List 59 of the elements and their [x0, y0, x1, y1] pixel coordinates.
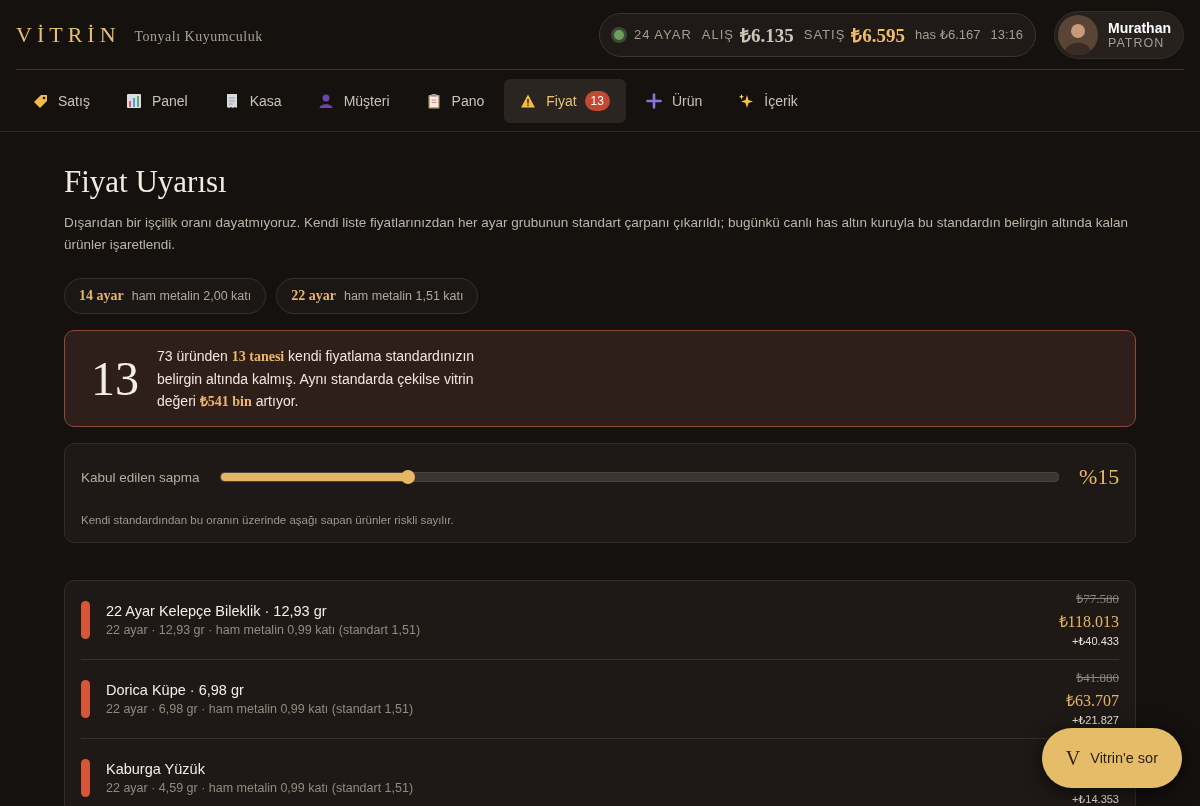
logo: VİTRİN [16, 21, 121, 48]
product-name: 22 Ayar Kelepçe Bileklik · 12,93 gr [106, 603, 328, 619]
old-price: ₺77.580 [1076, 590, 1119, 607]
nav-tab[interactable]: İçerik [722, 78, 814, 123]
nav-tab[interactable]: Müşteri [301, 78, 406, 123]
page-description: Dışarıdan bir işçilik oranı dayatmıyoruz. Kendi liste fiyatlarınızdan her ayar grubunun standart çarpanı çıkarıldı; bugünkü canlı has altın kuruyla bu standardın belirgin altında kalan ürünler işaretlendi. [64, 214, 1130, 254]
shop-name: Tonyalı Kuyumculuk [134, 28, 263, 45]
risk-bar [81, 680, 90, 718]
avatar [1058, 14, 1098, 55]
nav-tab[interactable]: Kasa [207, 78, 298, 123]
assistant-button[interactable]: V Vitrin'e sor [1041, 728, 1182, 788]
product-name: Dorica Küpe · 6,98 gr [106, 682, 245, 698]
product-detail: 22 ayar · 4,59 gr · ham metalin 0,99 katı (standart 1,51) [106, 781, 415, 795]
product-detail: 22 ayar · 12,93 gr · ham metalin 0,99 katı (standart 1,51) [106, 623, 422, 637]
price-difference: +₺21.827 [1071, 714, 1119, 727]
count-badge: 13 [584, 90, 610, 111]
warning-icon [520, 92, 537, 109]
user-role: PATRON [1108, 35, 1166, 50]
person-icon [317, 92, 334, 109]
assistant-mark: V [1065, 746, 1081, 770]
nav-tab[interactable]: Satış [16, 78, 106, 123]
buy-price: ₺6.135 [739, 23, 794, 48]
karat-label: 22 ayar [291, 288, 336, 304]
user-chip[interactable]: Murathan PATRON [1054, 10, 1184, 59]
price-difference: +₺14.353 [1071, 793, 1119, 806]
suggested-price: ₺118.013 [1058, 612, 1119, 632]
buy-label: ALIŞ [701, 27, 734, 42]
risk-bar [81, 759, 90, 797]
sell-label: SATIŞ [803, 27, 846, 42]
multiplier-text: ham metalin 1,51 katı [343, 289, 464, 303]
slider-value: %15 [1079, 464, 1119, 490]
slider-note: Kendi standardından bu oranın üzerinde aşağı sapan ürünler riskli sayılır. [81, 514, 455, 526]
page-title: Fiyat Uyarısı [64, 164, 228, 200]
has-price: has ₺6.167 [915, 27, 981, 42]
product-detail: 22 ayar · 6,98 gr · ham metalin 0,99 katı (standart 1,51) [106, 702, 415, 716]
nav-tab[interactable]: Ürün [629, 78, 719, 123]
slider-label: Kabul edilen sapma [81, 469, 200, 485]
karat-label: 24 AYAR [633, 27, 692, 42]
price-difference: +₺40.433 [1071, 635, 1119, 648]
slider-thumb[interactable] [401, 470, 416, 484]
karat-label: 14 ayar [79, 288, 124, 304]
product-name: Kaburga Yüzük [106, 761, 206, 777]
multiplier-text: ham metalin 2,00 katı [131, 289, 252, 303]
time: 13:16 [990, 27, 1023, 42]
nav-tab[interactable]: Panel [109, 78, 204, 123]
flagged-count: 13 [91, 351, 139, 406]
nav-tab[interactable]: Pano [409, 78, 501, 123]
bar-chart-icon [125, 92, 142, 109]
tag-icon [32, 92, 48, 109]
nav-tab[interactable]: Fiyat 13 [504, 78, 626, 123]
user-name: Murathan [1108, 19, 1171, 36]
risk-bar [81, 601, 90, 639]
sell-price: ₺6.595 [851, 23, 906, 48]
sparkle-icon [738, 92, 755, 109]
plus-icon [645, 92, 662, 109]
old-price: ₺41.880 [1076, 669, 1119, 686]
summary-text: 73 üründen 13 tanesi kendi fiyatlama standardınızın belirgin altında kalmış. Aynı standarda çekilse vitrin değeri ₺541 bin artıyor. [157, 346, 476, 411]
suggested-price: ₺63.707 [1066, 691, 1119, 711]
slider-track[interactable] [219, 472, 1059, 482]
